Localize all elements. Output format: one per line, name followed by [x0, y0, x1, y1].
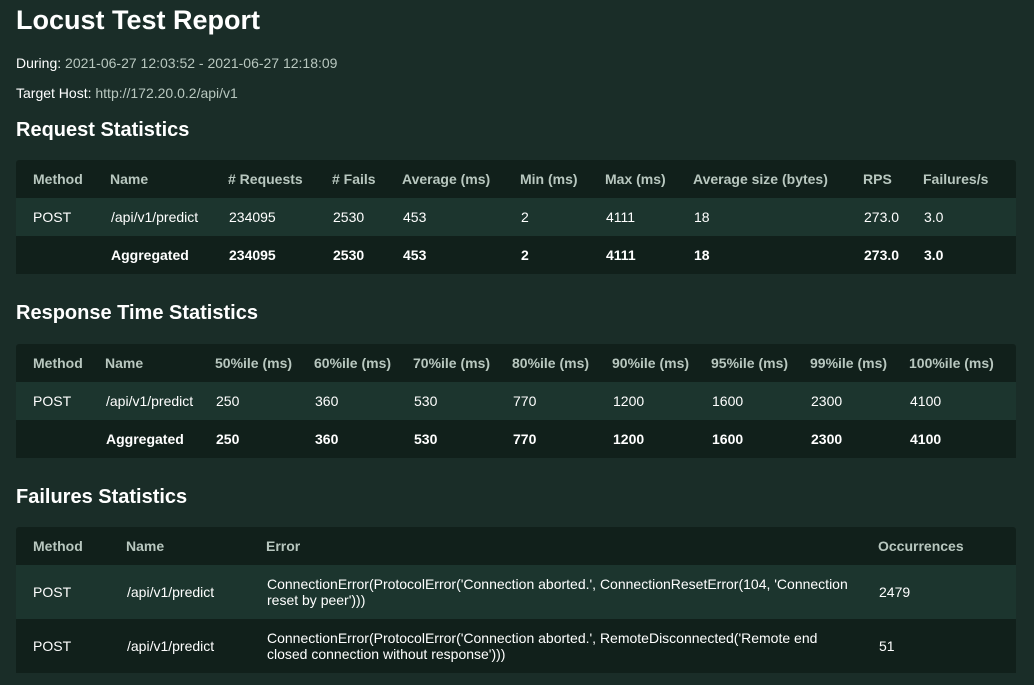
cell-fails: 2530	[332, 198, 402, 236]
aggregated-row: Aggregated 234095 2530 453 2 4111 18 273…	[16, 236, 1016, 274]
cell-rps: 273.0	[863, 198, 923, 236]
cell-avg-size: 18	[693, 198, 863, 236]
cell-p50: 250	[215, 420, 314, 458]
cell-name: Aggregated	[110, 236, 228, 274]
cell-p80: 770	[512, 420, 612, 458]
cell-p60: 360	[314, 382, 413, 420]
target-host-value: http://172.20.0.2/api/v1	[95, 85, 238, 101]
cell-p60: 360	[314, 420, 413, 458]
col-name: Name	[126, 538, 165, 554]
col-method: Method	[33, 171, 83, 187]
cell-failures-per-s: 3.0	[923, 198, 1016, 236]
cell-p100: 4100	[909, 420, 1016, 458]
col-p60: 60%ile (ms)	[314, 355, 392, 371]
cell-method	[16, 420, 105, 458]
col-p90: 90%ile (ms)	[612, 355, 690, 371]
cell-method: POST	[16, 565, 126, 619]
col-p99: 99%ile (ms)	[810, 355, 888, 371]
cell-p70: 530	[413, 420, 512, 458]
cell-requests: 234095	[228, 198, 332, 236]
cell-p80: 770	[512, 382, 612, 420]
failure-stats-heading: Failures Statistics	[16, 486, 188, 508]
cell-name: Aggregated	[105, 420, 215, 458]
during-value: 2021-06-27 12:03:52 - 2021-06-27 12:18:0…	[65, 55, 338, 71]
cell-error: ConnectionError(ProtocolError('Connectio…	[266, 619, 878, 673]
col-method: Method	[33, 355, 83, 371]
cell-fails: 2530	[332, 236, 402, 274]
cell-p90: 1200	[612, 420, 711, 458]
cell-failures-per-s: 3.0	[923, 236, 1016, 274]
cell-method	[16, 236, 110, 274]
cell-min: 2	[520, 236, 605, 274]
col-p70: 70%ile (ms)	[413, 355, 491, 371]
table-row: POST /api/v1/predict 234095 2530 453 2 4…	[16, 198, 1016, 236]
col-name: Name	[105, 355, 144, 371]
col-error: Error	[266, 538, 301, 554]
col-p80: 80%ile (ms)	[512, 355, 590, 371]
col-avg-size: Average size (bytes)	[693, 171, 828, 187]
col-requests: # Requests	[228, 171, 303, 187]
cell-method: POST	[16, 198, 110, 236]
target-host-label: Target Host:	[16, 85, 92, 101]
cell-error: ConnectionError(ProtocolError('Connectio…	[266, 565, 878, 619]
col-max: Max (ms)	[605, 171, 666, 187]
table-row: POST /api/v1/predict ConnectionError(Pro…	[16, 565, 1016, 619]
during-label: During:	[16, 55, 62, 71]
col-occurrences: Occurrences	[878, 538, 964, 554]
cell-min: 2	[520, 198, 605, 236]
cell-max: 4111	[605, 236, 693, 274]
request-stats-header-row: Method Name # Requests # Fails Average (…	[16, 160, 1016, 198]
target-host-line: Target Host: http://172.20.0.2/api/v1	[16, 85, 238, 101]
cell-p50: 250	[215, 382, 314, 420]
cell-occurrences: 51	[878, 619, 1016, 673]
col-failures-per-s: Failures/s	[923, 171, 989, 187]
response-stats-heading: Response Time Statistics	[16, 302, 258, 324]
cell-name: /api/v1/predict	[126, 565, 266, 619]
cell-method: POST	[16, 619, 126, 673]
col-fails: # Fails	[332, 171, 376, 187]
cell-p100: 4100	[909, 382, 1016, 420]
col-p95: 95%ile (ms)	[711, 355, 789, 371]
cell-requests: 234095	[228, 236, 332, 274]
col-name: Name	[110, 171, 149, 187]
table-row: POST /api/v1/predict 250 360 530 770 120…	[16, 382, 1016, 420]
cell-p99: 2300	[810, 382, 909, 420]
table-row: POST /api/v1/predict ConnectionError(Pro…	[16, 619, 1016, 673]
request-stats-table: Method Name # Requests # Fails Average (…	[16, 160, 1016, 274]
failure-stats-header-row: Method Name Error Occurrences	[16, 527, 1016, 565]
cell-p95: 1600	[711, 382, 810, 420]
during-line: During: 2021-06-27 12:03:52 - 2021-06-27…	[16, 55, 337, 71]
cell-name: /api/v1/predict	[105, 382, 215, 420]
failure-stats-table: Method Name Error Occurrences POST /api/…	[16, 527, 1016, 673]
cell-avg-size: 18	[693, 236, 863, 274]
cell-occurrences: 2479	[878, 565, 1016, 619]
col-method: Method	[33, 538, 83, 554]
cell-average: 453	[402, 198, 520, 236]
aggregated-row: Aggregated 250 360 530 770 1200 1600 230…	[16, 420, 1016, 458]
cell-p99: 2300	[810, 420, 909, 458]
cell-average: 453	[402, 236, 520, 274]
response-stats-table: Method Name 50%ile (ms) 60%ile (ms) 70%i…	[16, 344, 1016, 458]
col-p50: 50%ile (ms)	[215, 355, 293, 371]
col-rps: RPS	[863, 171, 892, 187]
col-p100: 100%ile (ms)	[909, 355, 994, 371]
response-stats-header-row: Method Name 50%ile (ms) 60%ile (ms) 70%i…	[16, 344, 1016, 382]
cell-name: /api/v1/predict	[126, 619, 266, 673]
page-title: Locust Test Report	[16, 5, 261, 35]
col-min: Min (ms)	[520, 171, 578, 187]
cell-p70: 530	[413, 382, 512, 420]
cell-p95: 1600	[711, 420, 810, 458]
cell-name: /api/v1/predict	[110, 198, 228, 236]
col-average: Average (ms)	[402, 171, 491, 187]
cell-p90: 1200	[612, 382, 711, 420]
cell-max: 4111	[605, 198, 693, 236]
cell-method: POST	[16, 382, 105, 420]
request-stats-heading: Request Statistics	[16, 119, 190, 141]
cell-rps: 273.0	[863, 236, 923, 274]
